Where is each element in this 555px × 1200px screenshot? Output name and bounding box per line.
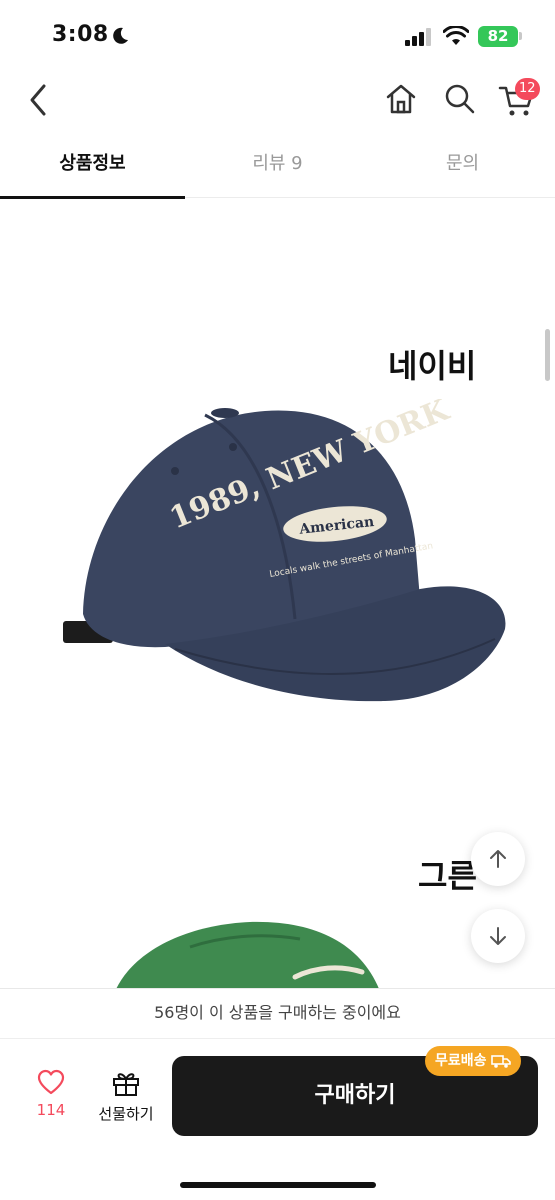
tab-product-info[interactable]: 상품정보	[0, 134, 185, 199]
navy-cap-image: 1989, NEW YORK American Locals walk the …	[63, 399, 506, 702]
gift-icon	[113, 1073, 139, 1096]
arrow-up-icon	[490, 850, 506, 868]
like-count: 114	[36, 1101, 66, 1119]
status-bar: 3:08 82	[0, 0, 555, 70]
purchase-bar: 56명이 이 상품을 구매하는 중이에요 114 선물하기 구매하기 무료배송	[0, 988, 555, 1200]
free-shipping-badge: 무료배송	[425, 1046, 521, 1076]
gift-label: 선물하기	[98, 1105, 154, 1123]
truck-icon	[490, 1055, 511, 1068]
signal-icon	[405, 28, 431, 46]
cart-count-badge: 12	[515, 78, 540, 100]
tab-reviews[interactable]: 리뷰 9	[185, 134, 370, 198]
back-arrow-icon[interactable]	[24, 80, 54, 120]
status-time: 3:08	[52, 22, 109, 47]
top-nav	[0, 70, 555, 130]
scroll-up-button[interactable]	[471, 832, 525, 886]
product-detail-content: 네이비 1989, NEW YORK American Locals walk …	[0, 199, 555, 989]
free-shipping-label: 무료배송	[435, 1053, 487, 1069]
product-tabs: 상품정보 리뷰 9 문의	[0, 134, 555, 199]
scrollbar[interactable]	[545, 329, 550, 381]
home-icon[interactable]	[384, 82, 418, 116]
battery-tip	[519, 32, 522, 40]
heart-icon	[37, 1069, 65, 1095]
color-label-green: 그른	[418, 857, 477, 895]
color-label-navy: 네이비	[388, 347, 477, 385]
moon-icon	[113, 27, 128, 44]
home-indicator	[180, 1182, 376, 1188]
wifi-icon	[443, 26, 469, 45]
gift-button[interactable]: 선물하기	[90, 1069, 162, 1129]
tab-inquiry[interactable]: 문의	[370, 134, 555, 198]
buyers-count-text: 56명이 이 상품을 구매하는 중이에요	[0, 989, 555, 1039]
green-cap-image	[116, 921, 379, 989]
battery-indicator: 82	[478, 26, 518, 47]
search-icon[interactable]	[443, 82, 477, 116]
arrow-down-icon	[490, 927, 506, 945]
scroll-down-button[interactable]	[471, 909, 525, 963]
like-button[interactable]: 114	[28, 1069, 74, 1129]
